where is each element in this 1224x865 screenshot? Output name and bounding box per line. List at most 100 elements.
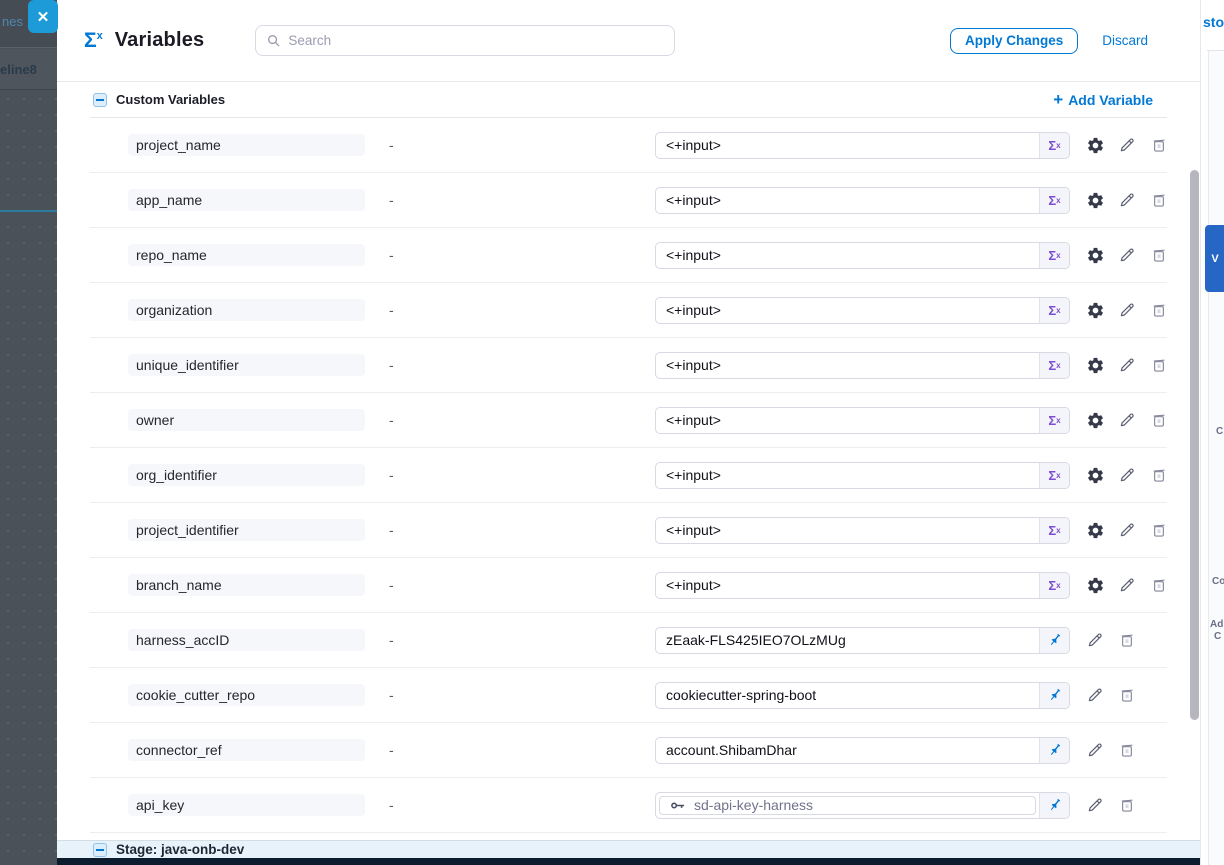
search-box[interactable] xyxy=(255,25,675,56)
add-variable-button[interactable]: + Add Variable xyxy=(1053,91,1167,108)
delete-icon[interactable] xyxy=(1148,244,1170,266)
drawer-header: Σx Variables Apply Changes Discard xyxy=(57,0,1200,82)
variable-description: - xyxy=(389,302,399,318)
edit-icon[interactable] xyxy=(1116,574,1138,596)
settings-icon[interactable] xyxy=(1084,574,1106,596)
runtime-input-icon[interactable]: Σx xyxy=(1039,133,1069,158)
variable-name: connector_ref xyxy=(128,739,365,761)
rail-panel xyxy=(1208,51,1224,865)
variable-value-input[interactable]: <+input> Σx xyxy=(655,407,1070,434)
edit-icon[interactable] xyxy=(1116,354,1138,376)
search-input[interactable] xyxy=(288,33,664,48)
runtime-input-icon[interactable]: Σx xyxy=(1039,408,1069,433)
variable-value-input[interactable]: <+input> Σx xyxy=(655,352,1070,379)
variable-value-input[interactable]: <+input> Σx xyxy=(655,572,1070,599)
edit-icon[interactable] xyxy=(1116,299,1138,321)
edit-icon[interactable] xyxy=(1084,629,1106,651)
variable-value: account.ShibamDhar xyxy=(656,738,1039,763)
runtime-input-icon[interactable]: Σx xyxy=(1039,518,1069,543)
runtime-input-icon[interactable]: Σx xyxy=(1039,353,1069,378)
edit-icon[interactable] xyxy=(1116,134,1138,156)
collapse-icon[interactable] xyxy=(93,93,107,107)
settings-icon[interactable] xyxy=(1084,244,1106,266)
rail-label-fragment: Co xyxy=(1212,576,1224,587)
delete-icon[interactable] xyxy=(1148,409,1170,431)
apply-changes-button[interactable]: Apply Changes xyxy=(950,28,1078,54)
row-actions xyxy=(1084,354,1170,376)
stage-section-title: Stage: java-onb-dev xyxy=(116,842,244,857)
variable-value-input[interactable]: <+input> Σx xyxy=(655,297,1070,324)
pin-icon[interactable] xyxy=(1039,628,1069,653)
pipeline-canvas-dimmed xyxy=(0,91,57,865)
rail-label-fragment: C xyxy=(1216,426,1223,437)
variable-description: - xyxy=(389,247,399,263)
delete-icon[interactable] xyxy=(1116,629,1138,651)
settings-icon[interactable] xyxy=(1084,519,1106,541)
delete-icon[interactable] xyxy=(1148,574,1170,596)
runtime-input-icon[interactable]: Σx xyxy=(1039,573,1069,598)
edit-icon[interactable] xyxy=(1116,244,1138,266)
row-actions xyxy=(1084,134,1170,156)
delete-icon[interactable] xyxy=(1148,464,1170,486)
edit-icon[interactable] xyxy=(1084,684,1106,706)
discard-button[interactable]: Discard xyxy=(1102,33,1148,48)
variable-name: harness_accID xyxy=(128,629,365,651)
key-icon xyxy=(669,797,686,814)
delete-icon[interactable] xyxy=(1148,299,1170,321)
variable-value-input[interactable]: <+input> Σx xyxy=(655,462,1070,489)
variable-description: - xyxy=(389,687,399,703)
edit-icon[interactable] xyxy=(1084,739,1106,761)
runtime-input-icon[interactable]: Σx xyxy=(1039,463,1069,488)
scrollbar-thumb[interactable] xyxy=(1190,170,1199,720)
settings-icon[interactable] xyxy=(1084,354,1106,376)
stage-section-header[interactable]: Stage: java-onb-dev xyxy=(57,840,1200,858)
variable-name: project_identifier xyxy=(128,519,365,541)
variable-value-input[interactable]: <+input> Σx xyxy=(655,187,1070,214)
close-button[interactable]: ✕ xyxy=(28,0,58,33)
variable-value-input[interactable]: sd-api-key-harness Σx xyxy=(655,792,1070,819)
variable-value-input[interactable]: <+input> Σx xyxy=(655,242,1070,269)
delete-icon[interactable] xyxy=(1148,354,1170,376)
delete-icon[interactable] xyxy=(1116,739,1138,761)
edit-icon[interactable] xyxy=(1116,409,1138,431)
edit-icon[interactable] xyxy=(1116,189,1138,211)
edit-icon[interactable] xyxy=(1084,794,1106,816)
row-actions xyxy=(1084,299,1170,321)
variable-name: unique_identifier xyxy=(128,354,365,376)
collapse-icon[interactable] xyxy=(93,843,107,857)
runtime-input-icon[interactable]: Σx xyxy=(1039,298,1069,323)
delete-icon[interactable] xyxy=(1116,684,1138,706)
delete-icon[interactable] xyxy=(1148,519,1170,541)
bottom-dark-bar xyxy=(57,858,1200,865)
pin-icon[interactable] xyxy=(1039,738,1069,763)
variable-value: <+input> xyxy=(656,408,1039,433)
delete-icon[interactable] xyxy=(1116,794,1138,816)
variables-table: Custom Variables + Add Variable project_… xyxy=(90,82,1167,833)
runtime-input-icon[interactable]: Σx xyxy=(1039,243,1069,268)
variable-name: project_name xyxy=(128,134,365,156)
variable-value-input[interactable]: account.ShibamDhar Σx xyxy=(655,737,1070,764)
variable-value-input[interactable]: <+input> Σx xyxy=(655,517,1070,544)
edit-icon[interactable] xyxy=(1116,464,1138,486)
pin-icon[interactable] xyxy=(1039,793,1069,818)
variable-value-input[interactable]: zEaak-FLS425IEO7OLzMUg Σx xyxy=(655,627,1070,654)
variable-value-input[interactable]: <+input> Σx xyxy=(655,132,1070,159)
variable-value: <+input> xyxy=(656,518,1039,543)
pin-icon[interactable] xyxy=(1039,683,1069,708)
settings-icon[interactable] xyxy=(1084,409,1106,431)
edit-icon[interactable] xyxy=(1116,519,1138,541)
settings-icon[interactable] xyxy=(1084,134,1106,156)
variable-name: branch_name xyxy=(128,574,365,596)
settings-icon[interactable] xyxy=(1084,299,1106,321)
variable-description: - xyxy=(389,467,399,483)
runtime-input-icon[interactable]: Σx xyxy=(1039,188,1069,213)
history-link-fragment[interactable]: stor xyxy=(1203,14,1224,30)
settings-icon[interactable] xyxy=(1084,464,1106,486)
delete-icon[interactable] xyxy=(1148,189,1170,211)
variable-value-input[interactable]: cookiecutter-spring-boot Σx xyxy=(655,682,1070,709)
row-actions xyxy=(1084,464,1170,486)
settings-icon[interactable] xyxy=(1084,189,1106,211)
delete-icon[interactable] xyxy=(1148,134,1170,156)
tab-variables-vertical[interactable]: V xyxy=(1205,225,1224,292)
variable-value: <+input> xyxy=(656,298,1039,323)
